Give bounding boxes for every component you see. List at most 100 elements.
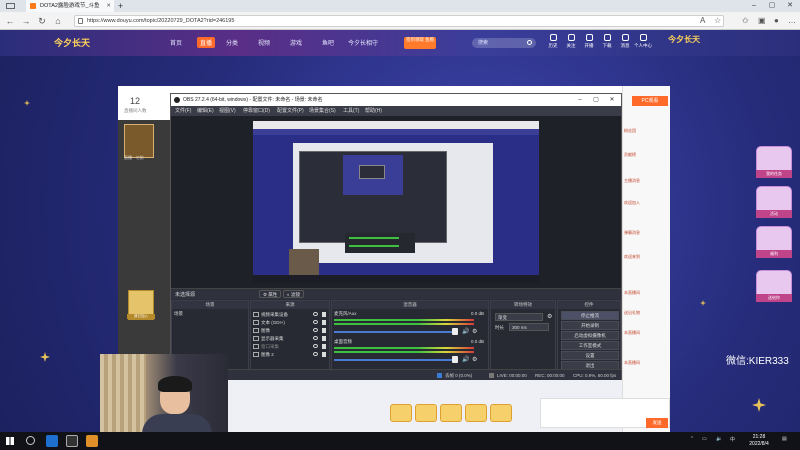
minimize-icon[interactable]: – xyxy=(746,0,762,12)
lock-icon[interactable] xyxy=(322,352,326,357)
user-center-button[interactable]: 个人中心 xyxy=(634,34,652,49)
search-icon[interactable] xyxy=(527,40,532,45)
volume-fader-knob[interactable] xyxy=(452,328,458,335)
chat-top-button[interactable]: PC观看 xyxy=(632,96,668,106)
lock-icon[interactable] xyxy=(322,336,326,341)
network-tray-icon[interactable]: ▭ xyxy=(702,436,707,442)
menu-tools[interactable]: 工具(T) xyxy=(343,107,359,114)
tray-up-icon[interactable]: ⌃ xyxy=(690,436,694,442)
obs-close-icon[interactable]: ✕ xyxy=(605,94,619,106)
lock-icon[interactable] xyxy=(322,320,326,325)
back-icon[interactable]: ← xyxy=(4,14,16,28)
gift-item[interactable] xyxy=(490,404,512,422)
eye-icon[interactable] xyxy=(313,336,318,340)
eye-icon[interactable] xyxy=(313,312,318,316)
address-bar[interactable]: https://www.douyu.com/topic/20220729_DOT… xyxy=(74,15,724,27)
search-input[interactable]: 搜索 xyxy=(472,38,536,48)
eye-icon[interactable] xyxy=(313,352,318,356)
stop-streaming-button[interactable]: 停止推流 xyxy=(561,311,619,320)
maximize-icon[interactable]: ▢ xyxy=(764,0,780,12)
ime-icon[interactable]: 中 xyxy=(730,436,735,443)
app-icon[interactable] xyxy=(86,435,98,447)
tab-actions-icon[interactable] xyxy=(6,3,15,9)
more-icon[interactable]: … xyxy=(788,14,796,28)
menu-profile[interactable]: 配置文件(P) xyxy=(277,107,304,114)
speaker-icon[interactable]: 🔊 xyxy=(462,328,469,335)
nav-home[interactable]: 首页 xyxy=(170,38,182,47)
obs-minimize-icon[interactable]: – xyxy=(573,94,587,106)
gift-item[interactable] xyxy=(415,404,437,422)
lock-icon[interactable] xyxy=(322,344,326,349)
volume-fader[interactable] xyxy=(334,331,454,333)
browser-tab[interactable]: DOTA2露脸游戏节_斗鱼 ✕ xyxy=(26,0,114,12)
menu-help[interactable]: 帮助(H) xyxy=(365,107,382,114)
menu-edit[interactable]: 编辑(E) xyxy=(197,107,214,114)
source-item[interactable]: 文本 (GDI+) xyxy=(253,319,327,326)
start-recording-button[interactable]: 开始录制 xyxy=(561,321,619,330)
lock-icon[interactable] xyxy=(322,328,326,333)
nav-categories[interactable]: 分类 xyxy=(226,38,238,47)
collections-icon[interactable]: ▣ xyxy=(758,14,766,28)
search-icon[interactable] xyxy=(26,436,35,445)
eye-icon[interactable] xyxy=(313,328,318,332)
obs-icon[interactable] xyxy=(66,435,78,447)
close-window-icon[interactable]: ✕ xyxy=(782,0,798,12)
nav-event[interactable]: 今夕长相守 xyxy=(348,38,378,47)
speaker-icon[interactable]: 🔊 xyxy=(462,356,469,363)
favorite-star-icon[interactable]: ☆ xyxy=(714,14,721,28)
message-button[interactable]: 消息 xyxy=(616,34,634,49)
duration-input[interactable]: 300 ms xyxy=(509,323,549,331)
promo-button[interactable]: 签到领取 鱼粮 xyxy=(404,37,436,49)
nav-live[interactable]: 直播 xyxy=(197,37,216,48)
site-logo[interactable]: 今夕长天 xyxy=(54,34,154,52)
eye-icon[interactable] xyxy=(313,344,318,348)
properties-button[interactable]: ⚙ 属性 xyxy=(259,290,282,298)
home-icon[interactable]: ⌂ xyxy=(52,14,64,28)
gift-item[interactable] xyxy=(390,404,412,422)
reader-icon[interactable]: A xyxy=(700,14,705,28)
source-item[interactable]: 显示器采集 xyxy=(253,335,327,342)
filters-button[interactable]: ◐ 滤镜 xyxy=(283,290,304,298)
eye-icon[interactable] xyxy=(313,320,318,324)
streamer-avatar[interactable] xyxy=(124,124,154,158)
obs-maximize-icon[interactable]: ▢ xyxy=(589,94,603,106)
volume-fader-knob[interactable] xyxy=(452,356,458,363)
notification-icon[interactable]: ▤ xyxy=(782,436,787,442)
source-item[interactable]: 视频采集设备 xyxy=(253,311,327,318)
gift-item[interactable] xyxy=(465,404,487,422)
send-button[interactable]: 发送 xyxy=(646,418,668,428)
volume-fader[interactable] xyxy=(334,359,454,361)
follow-button[interactable]: 关注 xyxy=(562,34,580,49)
gift-item[interactable] xyxy=(440,404,462,422)
refresh-icon[interactable]: ↻ xyxy=(36,14,48,28)
source-item[interactable]: 窗口采集 xyxy=(253,343,327,350)
scene-item[interactable]: 场景 xyxy=(174,311,183,317)
new-tab-icon[interactable]: + xyxy=(118,0,123,12)
obs-title-bar[interactable]: OBS 27.2.4 (64-bit, windows) - 配置文件: 未命名… xyxy=(171,94,621,106)
transition-settings-icon[interactable]: ⚙ xyxy=(547,313,552,320)
broadcast-button[interactable]: 开播 xyxy=(580,34,598,49)
source-item[interactable]: 图像 xyxy=(253,327,327,334)
favorites-icon[interactable]: ✩ xyxy=(742,14,749,28)
source-item[interactable]: 图像 2 xyxy=(253,351,327,358)
windows-start-icon[interactable] xyxy=(6,437,14,445)
nav-games[interactable]: 游戏 xyxy=(290,38,302,47)
obs-preview[interactable] xyxy=(253,121,539,283)
edge-icon[interactable] xyxy=(46,435,58,447)
virtual-camera-button[interactable]: 启动虚拟摄像机 xyxy=(561,331,619,340)
volume-tray-icon[interactable]: 🔉 xyxy=(716,436,722,442)
close-tab-icon[interactable]: ✕ xyxy=(106,0,111,12)
nav-yuba[interactable]: 鱼吧 xyxy=(322,38,334,47)
studio-mode-button[interactable]: 工作室模式 xyxy=(561,341,619,350)
gear-icon[interactable]: ⚙ xyxy=(472,328,477,335)
forward-icon[interactable]: → xyxy=(20,14,32,28)
settings-button[interactable]: 设置 xyxy=(561,351,619,360)
menu-scene-collection[interactable]: 场景集合(S) xyxy=(309,107,336,114)
download-button[interactable]: 下载 xyxy=(598,34,616,49)
lock-icon[interactable] xyxy=(322,312,326,317)
taskbar-clock[interactable]: 21:28 2022/8/4 xyxy=(744,434,774,448)
menu-view[interactable]: 视图(V) xyxy=(219,107,236,114)
transition-type-select[interactable]: 渐变 xyxy=(495,313,543,321)
gear-icon[interactable]: ⚙ xyxy=(472,356,477,363)
history-button[interactable]: 历史 xyxy=(544,34,562,49)
